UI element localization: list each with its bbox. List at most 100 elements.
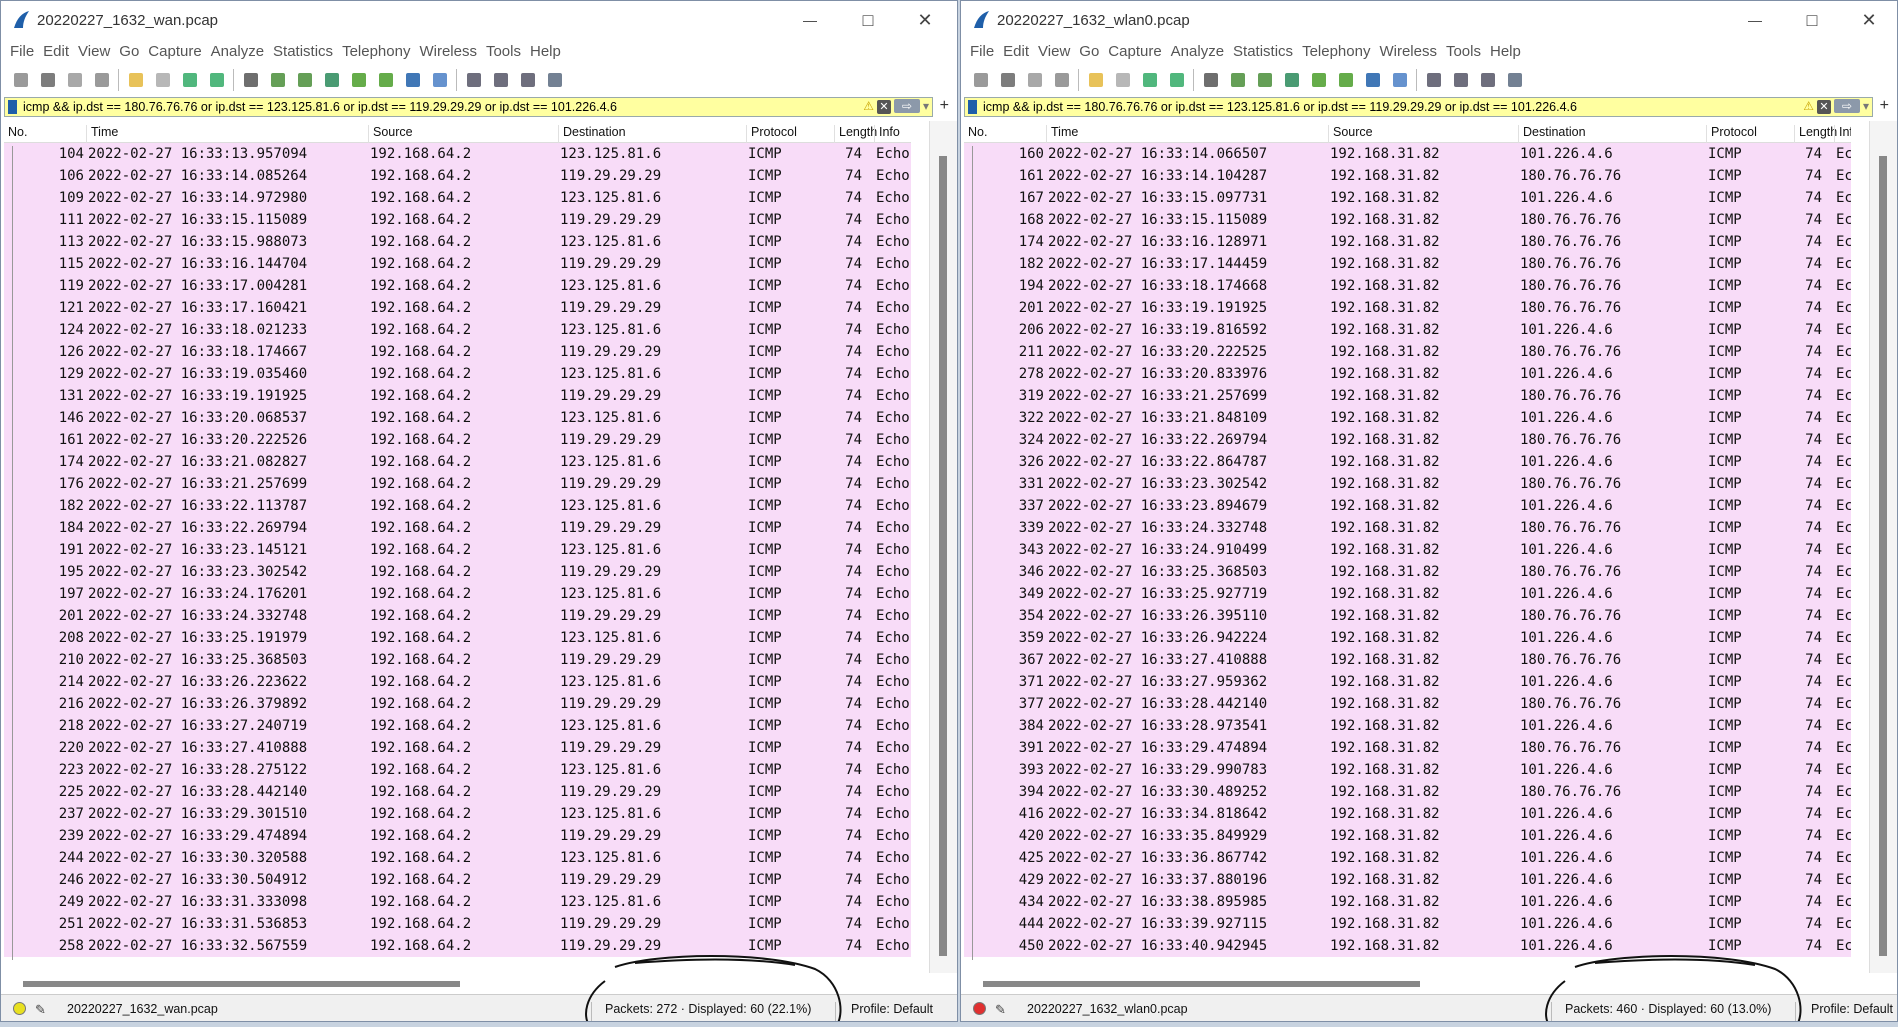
packet-row[interactable]: 220 2022-02-27 16:33:27.410888 192.168.64.…	[4, 737, 911, 762]
go-to-packet-icon[interactable]	[321, 69, 343, 91]
packet-row[interactable]: 384 2022-02-27 16:33:28.973541 192.168.31.…	[964, 715, 1851, 740]
packet-row[interactable]: 324 2022-02-27 16:33:22.269794 192.168.31.…	[964, 429, 1851, 454]
packet-row[interactable]: 168 2022-02-27 16:33:15.115089 192.168.31.…	[964, 209, 1851, 234]
zoom-out-icon[interactable]	[490, 69, 512, 91]
packet-row[interactable]: 343 2022-02-27 16:33:24.910499 192.168.31.…	[964, 539, 1851, 564]
packet-row[interactable]: 225 2022-02-27 16:33:28.442140 192.168.64.…	[4, 781, 911, 806]
colorize-icon[interactable]	[429, 69, 451, 91]
save-file-icon[interactable]	[1112, 69, 1134, 91]
find-packet-icon[interactable]	[1200, 69, 1222, 91]
packet-row[interactable]: 258 2022-02-27 16:33:32.567559 192.168.64.…	[4, 935, 911, 960]
go-first-icon[interactable]	[348, 69, 370, 91]
menu-file[interactable]: File	[1, 41, 34, 60]
find-packet-icon[interactable]	[240, 69, 262, 91]
menu-view[interactable]: View	[1029, 41, 1070, 60]
column-header-time[interactable]: Time	[86, 125, 118, 143]
packet-row[interactable]: 359 2022-02-27 16:33:26.942224 192.168.31.…	[964, 627, 1851, 652]
packet-row[interactable]: 420 2022-02-27 16:33:35.849929 192.168.31.…	[964, 825, 1851, 850]
start-capture-icon[interactable]	[970, 69, 992, 91]
packet-row[interactable]: 119 2022-02-27 16:33:17.004281 192.168.64.…	[4, 275, 911, 300]
column-header-time[interactable]: Time	[1046, 125, 1078, 143]
menu-go[interactable]: Go	[110, 41, 139, 60]
menu-help[interactable]: Help	[521, 41, 561, 60]
stop-capture-icon[interactable]	[37, 69, 59, 91]
reload-file-icon[interactable]	[1166, 69, 1188, 91]
packet-row[interactable]: 251 2022-02-27 16:33:31.536853 192.168.64.…	[4, 913, 911, 938]
packet-row[interactable]: 182 2022-02-27 16:33:22.113787 192.168.64.…	[4, 495, 911, 520]
menu-edit[interactable]: Edit	[34, 41, 69, 60]
menu-wireless[interactable]: Wireless	[1370, 41, 1437, 60]
column-header-length[interactable]: Length	[1794, 125, 1837, 143]
clear-filter-button[interactable]: ✕	[1816, 100, 1831, 114]
packet-row[interactable]: 197 2022-02-27 16:33:24.176201 192.168.64.…	[4, 583, 911, 608]
packet-row[interactable]: 246 2022-02-27 16:33:30.504912 192.168.64.…	[4, 869, 911, 894]
apply-filter-button[interactable]: ⇨	[1833, 99, 1860, 113]
packet-row[interactable]: 201 2022-02-27 16:33:19.191925 192.168.31.…	[964, 297, 1851, 322]
profile-switcher[interactable]: Profile: Default	[851, 1002, 933, 1016]
menu-analyze[interactable]: Analyze	[202, 41, 264, 60]
go-first-icon[interactable]	[1308, 69, 1330, 91]
packet-row[interactable]: 121 2022-02-27 16:33:17.160421 192.168.64.…	[4, 297, 911, 322]
packet-row[interactable]: 354 2022-02-27 16:33:26.395110 192.168.31.…	[964, 605, 1851, 630]
bookmark-icon[interactable]	[968, 100, 977, 114]
packet-row[interactable]: 239 2022-02-27 16:33:29.474894 192.168.64.…	[4, 825, 911, 850]
go-forward-icon[interactable]	[294, 69, 316, 91]
packet-row[interactable]: 167 2022-02-27 16:33:15.097731 192.168.31.…	[964, 187, 1851, 212]
close-button[interactable]: ✕	[1849, 7, 1889, 33]
column-header-source[interactable]: Source	[368, 125, 413, 143]
capture-comment-icon[interactable]: ✎	[35, 1002, 46, 1018]
menu-telephony[interactable]: Telephony	[1293, 41, 1370, 60]
column-header-source[interactable]: Source	[1328, 125, 1373, 143]
packet-row[interactable]: 161 2022-02-27 16:33:14.104287 192.168.31.…	[964, 165, 1851, 190]
zoom-in-icon[interactable]	[463, 69, 485, 91]
packet-row[interactable]: 115 2022-02-27 16:33:16.144704 192.168.64.…	[4, 253, 911, 278]
capture-options-icon[interactable]	[1051, 69, 1073, 91]
menu-edit[interactable]: Edit	[994, 41, 1029, 60]
go-forward-icon[interactable]	[1254, 69, 1276, 91]
start-capture-icon[interactable]	[10, 69, 32, 91]
bookmark-icon[interactable]	[8, 100, 17, 114]
zoom-normal-icon[interactable]	[1477, 69, 1499, 91]
menu-view[interactable]: View	[69, 41, 110, 60]
packet-row[interactable]: 104 2022-02-27 16:33:13.957094 192.168.64.…	[4, 143, 911, 168]
menu-capture[interactable]: Capture	[1099, 41, 1161, 60]
packet-row[interactable]: 367 2022-02-27 16:33:27.410888 192.168.31.…	[964, 649, 1851, 674]
maximize-button[interactable]: □	[1792, 7, 1832, 33]
reload-file-icon[interactable]	[206, 69, 228, 91]
packet-row[interactable]: 278 2022-02-27 16:33:20.833976 192.168.31.…	[964, 363, 1851, 388]
packet-row[interactable]: 434 2022-02-27 16:33:38.895985 192.168.31.…	[964, 891, 1851, 916]
expert-info-led-icon[interactable]	[13, 1002, 26, 1015]
minimize-button[interactable]: —	[790, 7, 830, 33]
go-back-icon[interactable]	[267, 69, 289, 91]
packet-row[interactable]: 218 2022-02-27 16:33:27.240719 192.168.64.…	[4, 715, 911, 740]
filter-dropdown-icon[interactable]: ▾	[923, 99, 929, 113]
packet-row[interactable]: 216 2022-02-27 16:33:26.379892 192.168.64.…	[4, 693, 911, 718]
column-header-length[interactable]: Length	[834, 125, 877, 143]
colorize-icon[interactable]	[1389, 69, 1411, 91]
packet-row[interactable]: 131 2022-02-27 16:33:19.191925 192.168.64.…	[4, 385, 911, 410]
packet-row[interactable]: 319 2022-02-27 16:33:21.257699 192.168.31.…	[964, 385, 1851, 410]
restart-capture-icon[interactable]	[1024, 69, 1046, 91]
resize-columns-icon[interactable]	[1504, 69, 1526, 91]
packet-row[interactable]: 371 2022-02-27 16:33:27.959362 192.168.31.…	[964, 671, 1851, 696]
menu-help[interactable]: Help	[1481, 41, 1521, 60]
menu-go[interactable]: Go	[1070, 41, 1099, 60]
packet-row[interactable]: 194 2022-02-27 16:33:18.174668 192.168.31.…	[964, 275, 1851, 300]
close-button[interactable]: ✕	[905, 7, 945, 33]
packet-row[interactable]: 249 2022-02-27 16:33:31.333098 192.168.64.…	[4, 891, 911, 916]
packet-row[interactable]: 210 2022-02-27 16:33:25.368503 192.168.64.…	[4, 649, 911, 674]
vertical-scrollbar-thumb[interactable]	[1879, 156, 1887, 956]
packet-row[interactable]: 182 2022-02-27 16:33:17.144459 192.168.31.…	[964, 253, 1851, 278]
zoom-out-icon[interactable]	[1450, 69, 1472, 91]
vertical-scrollbar-thumb[interactable]	[939, 156, 947, 956]
display-filter-input[interactable]: icmp && ip.dst == 180.76.76.76 or ip.dst…	[983, 100, 1577, 114]
go-last-icon[interactable]	[375, 69, 397, 91]
packet-row[interactable]: 208 2022-02-27 16:33:25.191979 192.168.64.…	[4, 627, 911, 652]
menu-tools[interactable]: Tools	[1437, 41, 1481, 60]
capture-options-icon[interactable]	[91, 69, 113, 91]
packet-row[interactable]: 106 2022-02-27 16:33:14.085264 192.168.64.…	[4, 165, 911, 190]
display-filter-input[interactable]: icmp && ip.dst == 180.76.76.76 or ip.dst…	[23, 100, 617, 114]
save-file-icon[interactable]	[152, 69, 174, 91]
menu-telephony[interactable]: Telephony	[333, 41, 410, 60]
packet-row[interactable]: 322 2022-02-27 16:33:21.848109 192.168.31.…	[964, 407, 1851, 432]
